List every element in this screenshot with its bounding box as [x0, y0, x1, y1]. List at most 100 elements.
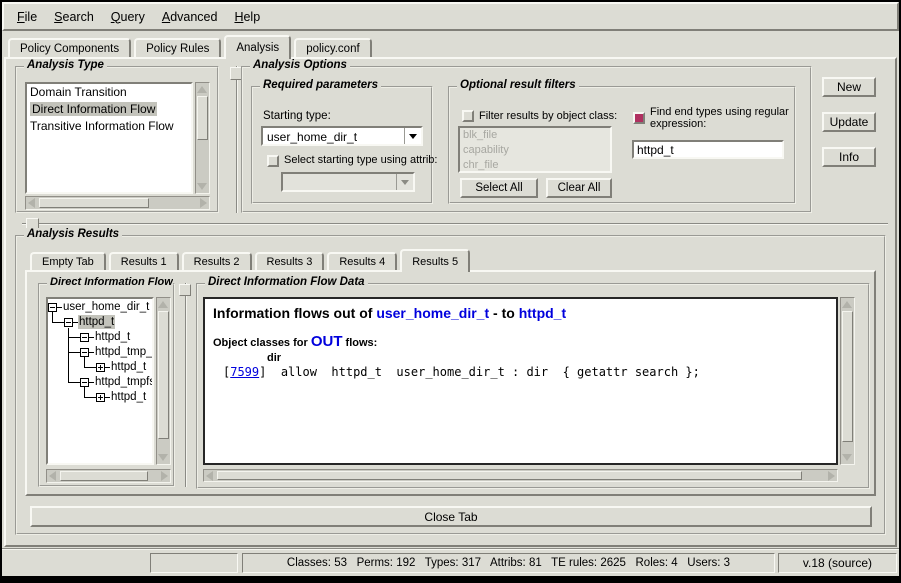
menu-item-file[interactable]: File — [17, 10, 37, 24]
starting-type-label: Starting type: — [263, 110, 331, 122]
analysis-options-panel: Analysis Options Required parameters Sta… — [241, 66, 812, 213]
flow-tree-title: Direct Information Flow T — [47, 276, 173, 288]
rule-number-link[interactable]: 7599 — [230, 365, 259, 379]
scroll-right-icon[interactable] — [161, 471, 168, 481]
scroll-right-icon[interactable] — [200, 198, 207, 208]
scroll-down-icon[interactable] — [197, 183, 207, 190]
tree-node[interactable]: httpd_t — [110, 390, 147, 404]
list-item-direct-information-flow[interactable]: Direct Information Flow — [27, 101, 191, 118]
regex-label-line2[interactable]: expression: — [650, 118, 706, 130]
scroll-down-icon[interactable] — [842, 454, 852, 461]
tab-results-2[interactable]: Results 2 — [182, 252, 252, 270]
attrib-combobox-disabled — [281, 172, 415, 192]
tab-analysis[interactable]: Analysis — [224, 35, 291, 59]
tab-policy-rules[interactable]: Policy Rules — [134, 38, 221, 57]
update-button[interactable]: Update — [822, 112, 876, 132]
scroll-left-icon[interactable] — [28, 198, 35, 208]
tree-collapse-icon[interactable] — [64, 318, 73, 327]
pane-sash-line — [185, 283, 187, 487]
tree-collapse-icon[interactable] — [80, 348, 89, 357]
menu-item-query[interactable]: Query — [111, 10, 145, 24]
pane-sash-line — [236, 66, 238, 213]
scroll-up-icon[interactable] — [158, 301, 168, 308]
scrollbar-thumb[interactable] — [39, 198, 149, 208]
tree-node[interactable]: httpd_t — [110, 360, 147, 374]
list-item-domain-transition[interactable]: Domain Transition — [27, 84, 191, 101]
status-stats: Classes: 53 Perms: 192 Types: 317 Attrib… — [242, 553, 775, 573]
scrollbar-thumb[interactable] — [842, 311, 853, 442]
tree-collapse-icon[interactable] — [80, 378, 89, 387]
tree-node[interactable]: httpd_tmp_t — [94, 345, 154, 359]
tree-hscrollbar[interactable] — [46, 469, 171, 483]
regex-label-line1[interactable]: Find end types using regular — [650, 106, 789, 118]
required-parameters-panel: Required parameters Starting type: user_… — [251, 86, 433, 204]
starting-type-value: user_home_dir_t — [263, 128, 404, 144]
scrollbar-thumb[interactable] — [60, 471, 148, 481]
tab-results-1[interactable]: Results 1 — [109, 252, 179, 270]
required-parameters-title: Required parameters — [260, 79, 381, 91]
info-button[interactable]: Info — [822, 147, 876, 167]
object-class-listbox-disabled: blk_file capability chr_file — [458, 126, 612, 173]
list-item-transitive-information-flow[interactable]: Transitive Information Flow — [27, 118, 191, 135]
regex-input[interactable] — [632, 140, 784, 159]
tree-vscrollbar[interactable] — [156, 297, 171, 465]
menu-item-advanced[interactable]: Advanced — [162, 10, 218, 24]
pane-sash-handle[interactable] — [179, 284, 191, 296]
scrollbar-thumb[interactable] — [217, 471, 802, 480]
tab-results-3[interactable]: Results 3 — [255, 252, 325, 270]
menu-item-search[interactable]: Search — [54, 10, 94, 24]
scroll-left-icon[interactable] — [206, 471, 213, 481]
tree-node[interactable]: httpd_t — [94, 330, 131, 344]
attrib-checkbox-label[interactable]: Select starting type using attrib: — [284, 154, 437, 166]
flow-data-text[interactable]: Information flows out of user_home_dir_t… — [203, 297, 838, 465]
chevron-down-icon — [409, 134, 417, 139]
results-tab-bar: Empty Tab Results 1 Results 2 Results 3 … — [30, 248, 473, 270]
tree-collapse-icon[interactable] — [48, 303, 57, 312]
tree-node-selected[interactable]: httpd_t — [78, 315, 115, 329]
data-vscrollbar[interactable] — [840, 297, 855, 465]
tree-expand-icon[interactable] — [96, 363, 105, 372]
chevron-down-icon — [401, 180, 409, 185]
filter-by-class-label[interactable]: Filter results by object class: — [479, 110, 617, 122]
tree-collapse-icon[interactable] — [80, 333, 89, 342]
analysis-type-vscrollbar[interactable] — [195, 82, 210, 194]
combo-dropdown-button[interactable] — [404, 128, 421, 144]
starting-type-combobox[interactable]: user_home_dir_t — [261, 126, 423, 146]
tab-empty[interactable]: Empty Tab — [30, 252, 106, 270]
analysis-results-panel: Analysis Results Empty Tab Results 1 Res… — [15, 235, 886, 535]
regex-checkbox[interactable] — [633, 112, 645, 124]
main-tab-bar: Policy Components Policy Rules Analysis … — [8, 35, 375, 57]
tree-connector — [68, 352, 80, 353]
tab-policy-conf[interactable]: policy.conf — [294, 38, 371, 57]
flow-tree[interactable]: user_home_dir_t httpd_t httpd_t httpd_tm… — [46, 297, 154, 465]
tree-node[interactable]: httpd_tmpfs_t — [94, 375, 154, 389]
tree-node[interactable]: user_home_dir_t — [62, 300, 150, 314]
filter-by-class-checkbox[interactable] — [462, 110, 474, 122]
clear-all-button[interactable]: Clear All — [546, 178, 612, 198]
scrollbar-thumb[interactable] — [158, 311, 169, 439]
tab-policy-components[interactable]: Policy Components — [8, 38, 131, 57]
tab-results-4[interactable]: Results 4 — [327, 252, 397, 270]
analysis-type-listbox[interactable]: Domain Transition Direct Information Flo… — [25, 82, 193, 194]
new-button[interactable]: New — [822, 77, 876, 97]
analysis-type-hscrollbar[interactable] — [25, 196, 210, 210]
scrollbar-thumb[interactable] — [197, 96, 208, 140]
scroll-right-icon[interactable] — [828, 471, 835, 481]
select-all-button[interactable]: Select All — [460, 178, 538, 198]
tree-connector — [52, 322, 64, 323]
tree-connector — [84, 397, 96, 398]
scroll-down-icon[interactable] — [158, 454, 168, 461]
optional-filters-panel: Optional result filters Filter results b… — [448, 86, 796, 204]
attrib-checkbox[interactable] — [267, 155, 279, 167]
data-hscrollbar[interactable] — [203, 469, 838, 482]
scroll-left-icon[interactable] — [49, 471, 56, 481]
scroll-up-icon[interactable] — [197, 86, 207, 93]
menu-item-help[interactable]: Help — [234, 10, 260, 24]
tab-results-5[interactable]: Results 5 — [400, 249, 470, 272]
window-border — [0, 0, 901, 2]
rule-line: [7599] allow httpd_t user_home_dir_t : d… — [223, 365, 828, 379]
close-tab-button[interactable]: Close Tab — [30, 506, 872, 527]
scroll-up-icon[interactable] — [842, 301, 852, 308]
tree-expand-icon[interactable] — [96, 393, 105, 402]
object-classes-line: Object classes for OUT flows: — [213, 333, 828, 350]
